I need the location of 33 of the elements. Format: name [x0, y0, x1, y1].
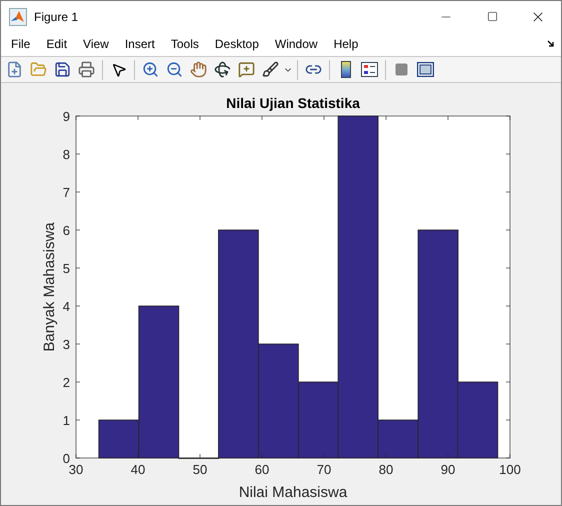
y-tick-label: 0 [62, 451, 70, 466]
menu-item[interactable]: Desktop [206, 35, 267, 53]
menu-item[interactable]: Insert [116, 35, 163, 53]
menu-item[interactable]: Edit [38, 35, 76, 53]
chart-title: Nilai Ujian Statistika [226, 95, 360, 111]
y-tick-label: 3 [62, 337, 70, 352]
y-tick-label: 6 [62, 223, 70, 238]
menu-item[interactable]: Help [326, 35, 366, 53]
maximize-icon[interactable] [486, 11, 498, 22]
window-title: Figure 1 [34, 8, 78, 26]
y-tick-label: 9 [62, 109, 70, 124]
x-tick-label: 40 [130, 462, 146, 477]
x-tick-label: 90 [440, 462, 456, 477]
y-tick-label: 8 [62, 147, 70, 162]
y-tick-label: 7 [62, 185, 70, 200]
x-tick-label: 60 [254, 462, 270, 477]
y-axis-label: Banyak Mahasiswa [41, 222, 58, 352]
x-tick-label: 30 [68, 462, 84, 477]
x-tick-label: 100 [499, 462, 521, 477]
menu-item[interactable]: Window [266, 35, 326, 53]
x-axis-label: Nilai Mahasiswa [238, 484, 348, 501]
x-tick-label: 80 [378, 462, 394, 477]
y-tick-label: 4 [62, 299, 70, 314]
app-logo-icon [9, 8, 27, 26]
menu-item[interactable]: Tools [162, 35, 207, 53]
y-tick-label: 1 [62, 413, 70, 428]
x-tick-label: 70 [316, 462, 332, 477]
menu-item[interactable]: View [75, 35, 117, 53]
x-tick-label: 50 [192, 462, 208, 477]
dock-arrow-icon[interactable] [547, 40, 555, 48]
y-tick-label: 5 [62, 261, 70, 276]
menu-item[interactable]: File [3, 35, 38, 53]
y-tick-label: 2 [62, 375, 70, 390]
